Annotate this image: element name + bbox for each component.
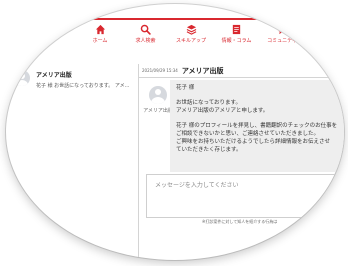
thread-preview: 花子 様 お世話になっております。 アメ... <box>36 83 130 89</box>
nav-label: 求人検索 <box>135 38 156 44</box>
nav-info-column[interactable]: 情報・コラム <box>217 20 257 48</box>
search-icon <box>140 24 151 35</box>
message-line: 花子 様のプロフィールを拝見し、書籍翻訳のチェックのお仕事を <box>176 122 338 129</box>
top-navigation: ホーム 求人検索 スキルアップ 情報・コラム コミュニティ <box>74 18 308 48</box>
nav-home[interactable]: ホーム <box>80 20 120 48</box>
message-bubble: 花子 様 お世話になっております。 アメリア出版のアメリアと申します。 花子 様… <box>170 80 344 172</box>
column-divider <box>138 64 139 260</box>
avatar <box>14 70 30 86</box>
layers-icon <box>186 24 196 35</box>
thread-list: アメリア出版 花子 様 お世話になっております。 アメ... <box>6 64 138 124</box>
nav-community[interactable]: コミュニティ <box>262 20 302 48</box>
message-line: お世話になっております。 <box>176 99 242 106</box>
message-line: アメリア出版のアメリアと申します。 <box>176 107 269 114</box>
conversation-title: アメリア出版 <box>181 66 224 75</box>
conversation-header: 2021/09/29 15:34 アメリア出版 <box>138 64 344 78</box>
home-icon <box>95 24 105 35</box>
message-input[interactable] <box>155 180 337 212</box>
nav-job-search[interactable]: 求人検索 <box>126 20 166 48</box>
message-line: ていただきたく存じます。 <box>176 146 242 153</box>
conversation-date: 2021/09/29 15:34 <box>142 68 178 73</box>
nav-label: ホーム <box>92 38 108 44</box>
nav-label: スキルアップ <box>175 38 206 44</box>
thread-item[interactable]: アメリア出版 花子 様 お世話になっております。 アメ... <box>14 70 138 98</box>
message-composer <box>146 174 344 218</box>
nav-label: 情報・コラム <box>221 38 252 44</box>
chat-icon <box>277 25 287 35</box>
message-line: ご興味をお持ちいただけるようでしたら詳細情報をお伝えさせ <box>176 138 331 145</box>
avatar <box>149 86 167 104</box>
nav-label: コミュニティ <box>267 38 297 44</box>
thread-name: アメリア出版 <box>36 72 72 79</box>
message-line: 花子 様 <box>176 85 195 91</box>
notice-text: ※打診案件に対して知人を紹介する行為は <box>202 219 278 224</box>
thread-text: アメリア出版 花子 様 お世話になっております。 アメ... <box>36 70 134 98</box>
message-line: ご相談できないかと思い、ご連絡させていただきました。 <box>176 130 320 137</box>
document-icon <box>232 24 241 35</box>
device-frame: ホーム 求人検索 スキルアップ 情報・コラム コミュニティ アメリア出版 花子 … <box>6 4 344 260</box>
nav-skill-up[interactable]: スキルアップ <box>171 20 211 48</box>
